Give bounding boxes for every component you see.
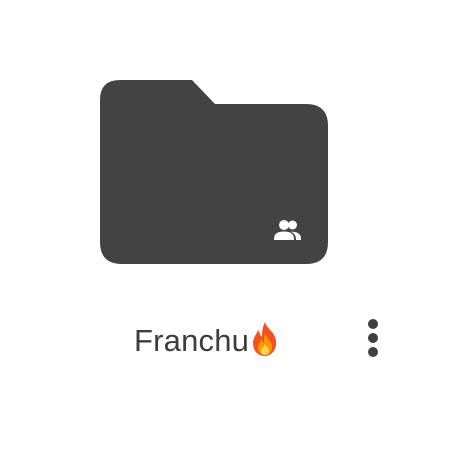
fire-emoji-icon (253, 322, 277, 356)
folder-name-row: Franchu (0, 318, 474, 364)
more-vert-icon-dot-3 (368, 347, 378, 357)
folder-name[interactable]: Franchu (134, 320, 280, 362)
more-options-button[interactable] (356, 318, 390, 360)
more-vert-icon-dot-2 (368, 333, 378, 343)
folder-name-text: Franchu (134, 323, 250, 358)
more-vert-icon (368, 319, 378, 329)
folder-card[interactable]: Franchu (0, 0, 474, 474)
people-icon (274, 220, 301, 240)
